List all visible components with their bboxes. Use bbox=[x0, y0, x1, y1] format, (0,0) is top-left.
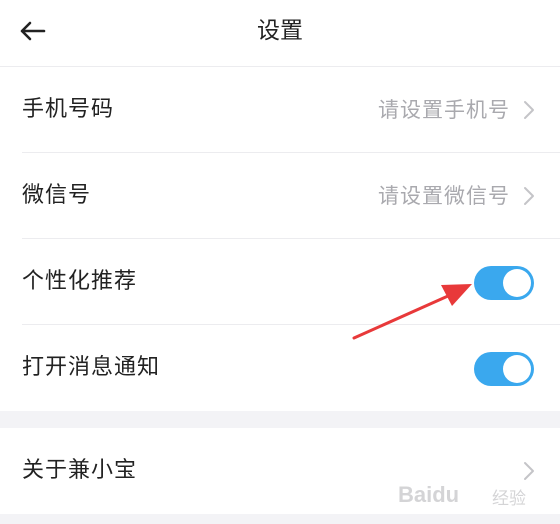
top-bar: 设置 bbox=[0, 0, 560, 67]
notifications-toggle[interactable] bbox=[474, 352, 534, 386]
about-label: 关于兼小宝 bbox=[22, 458, 138, 483]
page-title: 设置 bbox=[257, 18, 303, 44]
phone-value: 请设置手机号 bbox=[378, 98, 510, 122]
chevron-right-icon bbox=[524, 101, 534, 119]
personalized-toggle[interactable] bbox=[474, 266, 534, 300]
settings-screen: 设置 手机号码 请设置手机号 微信号 请设置微信号 个性化推荐 打开消息通知 关… bbox=[0, 0, 560, 524]
personalized-label: 个性化推荐 bbox=[22, 269, 138, 294]
notifications-row: 打开消息通知 bbox=[0, 325, 560, 411]
toggle-knob bbox=[503, 355, 531, 383]
chevron-right-icon bbox=[524, 187, 534, 205]
wechat-row[interactable]: 微信号 请设置微信号 bbox=[0, 153, 560, 239]
phone-label: 手机号码 bbox=[22, 97, 115, 122]
about-group: 关于兼小宝 bbox=[0, 428, 560, 514]
notifications-label: 打开消息通知 bbox=[22, 355, 161, 380]
wechat-value: 请设置微信号 bbox=[378, 184, 510, 208]
personalized-row: 个性化推荐 bbox=[0, 239, 560, 325]
toggle-knob bbox=[503, 269, 531, 297]
about-row[interactable]: 关于兼小宝 bbox=[0, 428, 560, 514]
wechat-label: 微信号 bbox=[22, 183, 92, 208]
chevron-right-icon bbox=[524, 462, 534, 480]
settings-group: 手机号码 请设置手机号 微信号 请设置微信号 个性化推荐 打开消息通知 bbox=[0, 67, 560, 411]
phone-row[interactable]: 手机号码 请设置手机号 bbox=[0, 67, 560, 153]
